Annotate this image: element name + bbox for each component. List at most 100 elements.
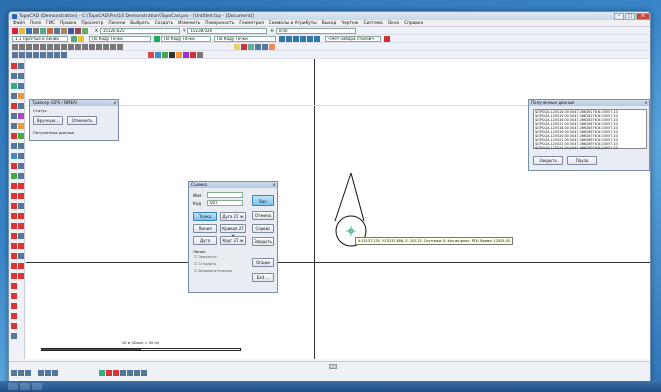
move-tool-icon[interactable] [11, 163, 17, 169]
zoom-all-icon[interactable] [300, 35, 306, 42]
snap-quad-icon[interactable] [82, 43, 88, 50]
stretch-tool-icon[interactable] [11, 193, 17, 199]
aux-checkbox[interactable]: ☐ Вспомогательная [194, 269, 232, 273]
layer-manager-icon[interactable] [262, 43, 268, 50]
explode-tool-icon[interactable] [11, 203, 17, 209]
closed-checkbox[interactable]: ☐ Замкнуто [194, 255, 217, 259]
symbol-icon[interactable] [234, 43, 240, 50]
x-field[interactable]: 15126.625 [99, 27, 180, 34]
snap-near-icon[interactable] [68, 43, 74, 50]
snap-app-icon[interactable] [110, 43, 116, 50]
curve-tool-icon[interactable] [11, 103, 17, 109]
service-button[interactable]: Сервис [252, 224, 274, 233]
layer-select-2[interactable]: По Коду Точки [161, 35, 211, 42]
status-a-icon[interactable] [99, 370, 105, 376]
curve2-button[interactable]: Кривая 2Т ж [220, 224, 246, 238]
pen-icon[interactable] [154, 35, 160, 42]
menu-exit[interactable]: Выход [322, 21, 336, 26]
snap-off-icon[interactable] [117, 43, 123, 50]
print-icon[interactable] [33, 27, 39, 34]
start-icon[interactable] [8, 383, 18, 390]
redo-icon[interactable] [75, 27, 81, 34]
run-button[interactable]: Run [252, 195, 274, 206]
lightbulb-icon[interactable] [78, 35, 84, 42]
purple-marker-icon[interactable] [183, 51, 189, 58]
text-tool-icon[interactable] [11, 123, 17, 129]
status-measure-icon[interactable] [141, 370, 147, 376]
traverse-tool-icon[interactable] [18, 273, 24, 279]
rotate-tool-icon[interactable] [11, 173, 17, 179]
menu-file[interactable]: Файл [13, 21, 25, 26]
circle2-button[interactable]: Круг 2Т ж [220, 236, 246, 245]
smooth-checkbox[interactable]: ☐ Сгладить [194, 262, 216, 266]
menu-view[interactable]: Просмотр [81, 21, 103, 26]
list-tool-icon[interactable] [18, 243, 24, 249]
name-field[interactable] [207, 192, 243, 198]
arc-button[interactable]: Дуга [193, 236, 217, 245]
table-icon[interactable] [248, 43, 254, 50]
properties-icon[interactable] [197, 51, 203, 58]
array-tool-icon[interactable] [18, 183, 24, 189]
draw-rect-icon[interactable] [54, 51, 60, 58]
status-osnap-icon[interactable] [45, 370, 51, 376]
ellipse-tool-icon[interactable] [18, 83, 24, 89]
close-dialog-button[interactable]: Закрыть [252, 237, 274, 246]
snap-ortho-icon[interactable] [19, 43, 25, 50]
pointer-tool-icon[interactable] [18, 63, 24, 69]
zoom-icon[interactable] [82, 27, 88, 34]
point-button[interactable]: Точка [193, 212, 217, 221]
tracer-cancel-button[interactable]: Отменить [67, 116, 97, 125]
arc-tool-icon[interactable] [18, 73, 24, 79]
open-icon[interactable] [19, 27, 25, 34]
measure-tool-icon[interactable] [11, 223, 17, 229]
h-field[interactable]: 0.00 [275, 27, 356, 34]
minimize-button[interactable]: – [614, 12, 624, 20]
snap-ins-icon[interactable] [89, 43, 95, 50]
draw-polyline-icon[interactable] [19, 51, 25, 58]
draw-point-icon[interactable] [61, 51, 67, 58]
section-tool-icon[interactable] [11, 313, 17, 319]
taskbar-folder-icon[interactable] [32, 383, 42, 390]
point-tool-icon[interactable] [11, 263, 17, 269]
cut-icon[interactable] [47, 27, 53, 34]
snap-tan-icon[interactable] [61, 43, 67, 50]
hatch-tool-icon[interactable] [11, 133, 17, 139]
pan-icon[interactable] [314, 35, 320, 42]
break-tool-icon[interactable] [18, 193, 24, 199]
status-curve-icon[interactable] [134, 370, 140, 376]
status-grid-icon[interactable] [11, 370, 17, 376]
code-field[interactable]: 007 [207, 200, 243, 206]
status-prop-icon[interactable] [127, 370, 133, 376]
taskbar-app-icon[interactable] [20, 383, 30, 390]
extend-tool-icon[interactable] [18, 113, 24, 119]
preset-select[interactable]: <Нет набора стилей> [325, 35, 381, 42]
contour-tool-icon[interactable] [11, 283, 17, 289]
mtext-tool-icon[interactable] [18, 123, 24, 129]
menu-geometry[interactable]: Геометрия [239, 21, 263, 26]
survey-tool-icon[interactable] [11, 273, 17, 279]
blue-marker-icon[interactable] [155, 51, 161, 58]
status-snap-icon[interactable] [18, 370, 24, 376]
join-tool-icon[interactable] [18, 203, 24, 209]
red-marker-icon[interactable] [148, 51, 154, 58]
trim-tool-icon[interactable] [11, 113, 17, 119]
offset-tool-icon[interactable] [18, 103, 24, 109]
tracer-close-icon[interactable]: × [112, 100, 118, 106]
menu-edit[interactable]: Правка [60, 21, 76, 26]
zoom-window-icon[interactable] [293, 35, 299, 42]
copy-tool-icon[interactable] [18, 163, 24, 169]
menu-panels[interactable]: Панели [108, 21, 125, 26]
copy-icon[interactable] [54, 27, 60, 34]
snap-node-icon[interactable] [75, 43, 81, 50]
linetype-select[interactable]: 1.1 Простые и линии [12, 35, 68, 42]
preview-icon[interactable] [40, 27, 46, 34]
fillet-tool-icon[interactable] [11, 213, 17, 219]
grid-icon[interactable] [255, 43, 261, 50]
close-button[interactable]: × [636, 12, 650, 20]
status-otrack-icon[interactable] [52, 370, 58, 376]
status-rec-icon[interactable] [113, 370, 119, 376]
drawing-canvas[interactable]: X:15137.235, Y:15237.806, Z: 202.25, Спу… [26, 59, 650, 359]
menu-window[interactable]: Окно [388, 21, 399, 26]
snap-ext-icon[interactable] [103, 43, 109, 50]
exit-button[interactable]: Exit ... [252, 273, 274, 282]
